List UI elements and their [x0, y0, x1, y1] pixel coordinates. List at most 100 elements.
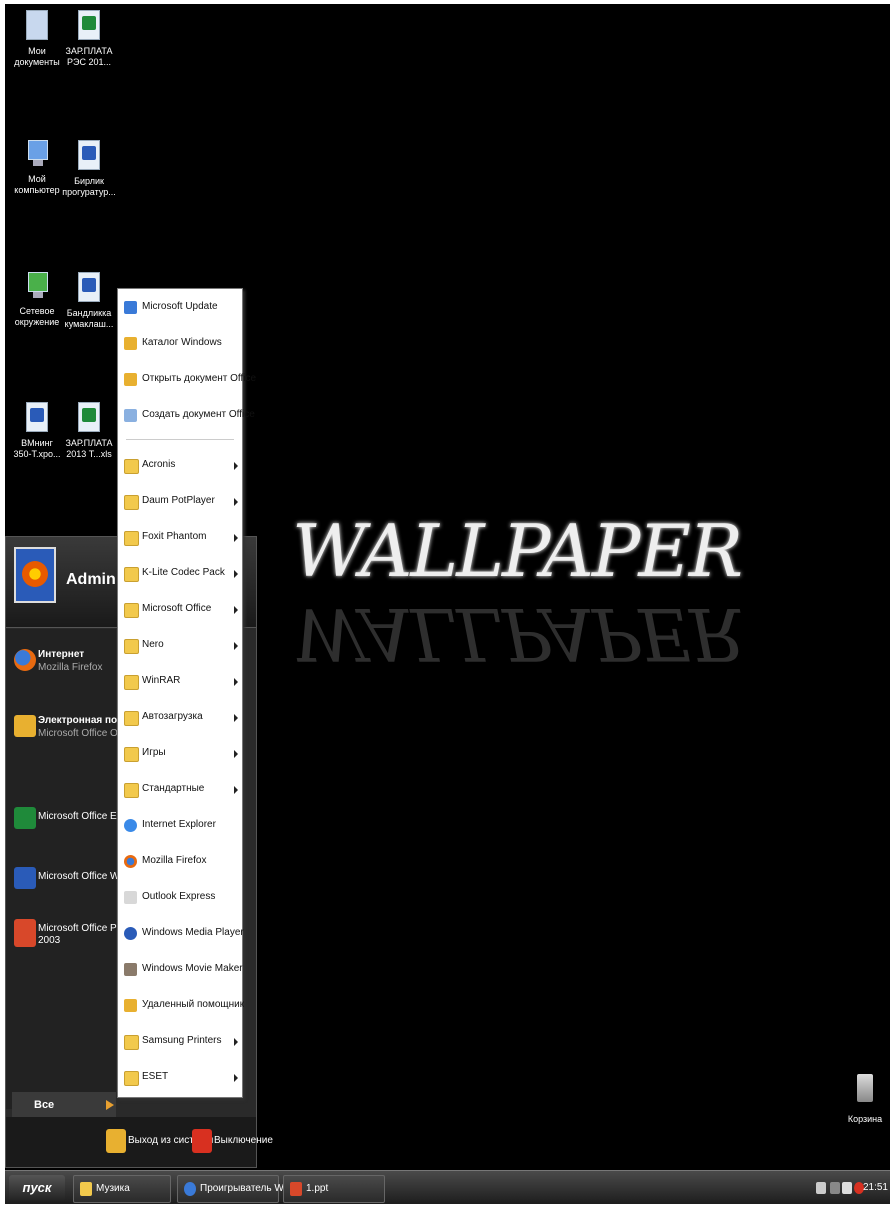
- all-programs-button[interactable]: Все программы: [12, 1092, 116, 1137]
- menu-item-label: Microsoft Office: [142, 603, 212, 614]
- user-avatar[interactable]: [14, 547, 56, 603]
- network-tray-icon[interactable]: [830, 1182, 840, 1194]
- chevron-right-icon: [234, 1074, 238, 1082]
- powerpoint-icon: [290, 1182, 302, 1196]
- pinned-title: Интернет: [38, 649, 85, 660]
- folder-icon: [124, 603, 139, 618]
- folder-icon: [124, 495, 139, 510]
- menu-item-label: Автозагрузка: [142, 711, 203, 722]
- menu-item-label: Daum PotPlayer: [142, 495, 215, 506]
- start-label: пуск: [22, 1180, 52, 1195]
- pinned-email[interactable]: Электронная почта Microsoft Office Outlo…: [14, 715, 145, 743]
- chevron-right-icon: [234, 642, 238, 650]
- computer-icon: [26, 140, 48, 168]
- menu-item-nero[interactable]: Nero: [120, 635, 240, 657]
- desktop-icon-label: компьютер: [14, 185, 60, 195]
- chevron-right-icon: [234, 1038, 238, 1046]
- menu-item-new-office-document[interactable]: Создать документ Office: [120, 405, 255, 427]
- word-icon: [14, 867, 36, 889]
- taskbar-button-media-player[interactable]: Проигрыватель Win...: [177, 1175, 300, 1203]
- desktop-icon-my-computer[interactable]: Мой компьютер: [9, 140, 65, 196]
- desktop-icon-label: Сетевое: [19, 306, 55, 316]
- menu-item-mozilla-firefox[interactable]: Mozilla Firefox: [120, 851, 240, 873]
- menu-item-k-lite[interactable]: K-Lite Codec Pack: [120, 563, 240, 585]
- desktop-icon-excel-file[interactable]: ЗАР.ПЛАТА 2013 Т...xls: [61, 402, 117, 460]
- wallpaper-logo: WALLPAPER: [292, 509, 743, 593]
- menu-item-startup[interactable]: Автозагрузка: [120, 707, 240, 729]
- desktop-icon-word-file[interactable]: BMнинг 350-Т.хро...: [9, 402, 65, 460]
- menu-item-microsoft-update[interactable]: Microsoft Update: [120, 297, 240, 319]
- desktop-icon-label: 2013 Т...xls: [66, 449, 112, 459]
- shutdown-button[interactable]: Выключение: [192, 1129, 273, 1153]
- pinned-excel[interactable]: Microsoft Office Excel 20: [14, 807, 148, 831]
- media-player-icon: [124, 927, 137, 940]
- menu-item-winrar[interactable]: WinRAR: [120, 671, 240, 693]
- desktop-icon-my-documents[interactable]: Мои документы: [9, 10, 65, 68]
- taskbar-button-ppt[interactable]: 1.ppt: [283, 1175, 385, 1203]
- pinned-word[interactable]: Microsoft Office Word 20: [14, 867, 148, 891]
- menu-item-remote-assistance[interactable]: Удаленный помощник: [120, 995, 244, 1017]
- folder-icon: [124, 459, 139, 474]
- chevron-right-icon: [234, 714, 238, 722]
- menu-item-foxit-phantom[interactable]: Foxit Phantom: [120, 527, 240, 549]
- start-button[interactable]: пуск: [9, 1175, 65, 1201]
- folder-icon: [80, 1182, 92, 1196]
- logoff-button[interactable]: Выход из системы: [106, 1129, 213, 1153]
- excel-file-icon: [78, 10, 100, 40]
- outlook-express-icon: [124, 891, 137, 904]
- volume-icon[interactable]: [842, 1182, 852, 1194]
- menu-item-daum-potplayer[interactable]: Daum PotPlayer: [120, 491, 240, 513]
- username: Admin: [66, 571, 116, 588]
- word-file-icon: [26, 402, 48, 432]
- menu-item-label: Internet Explorer: [142, 819, 216, 830]
- menu-item-label: Nero: [142, 639, 164, 650]
- network-icon: [26, 272, 48, 300]
- menu-item-label: Удаленный помощник: [142, 999, 245, 1010]
- menu-item-outlook-express[interactable]: Outlook Express: [120, 887, 240, 909]
- pinned-powerpoint[interactable]: Microsoft Office PowerPo 2003: [14, 919, 151, 949]
- folder-documents-icon: [26, 10, 48, 40]
- chevron-right-icon: [234, 462, 238, 470]
- desktop-icon-label: Корзина: [847, 1114, 883, 1124]
- menu-item-games[interactable]: Игры: [120, 743, 240, 765]
- menu-item-internet-explorer[interactable]: Internet Explorer: [120, 815, 240, 837]
- desktop-icon-label: кумаклаш...: [64, 319, 114, 329]
- menu-item-label: Каталог Windows: [142, 337, 222, 348]
- desktop: Мои документы ЗАР.ПЛАТА РЭС 201... Мой к…: [5, 4, 890, 1204]
- desktop-icon-word-file[interactable]: Бирлик прогуратур...: [61, 140, 117, 198]
- menu-item-label: Windows Movie Maker: [142, 963, 243, 974]
- pinned-internet[interactable]: Интернет Mozilla Firefox: [14, 649, 114, 677]
- menu-item-label: Стандартные: [142, 783, 205, 794]
- media-player-icon: [184, 1182, 196, 1196]
- menu-item-eset[interactable]: ESET: [120, 1067, 240, 1089]
- desktop-icon-label: ЗАР.ПЛАТА: [65, 46, 113, 56]
- menu-item-label: Outlook Express: [142, 891, 216, 902]
- taskbar-button-music[interactable]: Музика: [73, 1175, 171, 1203]
- open-document-icon: [124, 373, 137, 386]
- system-tray: 21:51: [812, 1173, 890, 1203]
- menu-item-windows-movie-maker[interactable]: Windows Movie Maker: [120, 959, 243, 981]
- menu-item-label: Игры: [142, 747, 166, 758]
- menu-item-acronis[interactable]: Acronis: [120, 455, 240, 477]
- language-icon[interactable]: [816, 1182, 826, 1194]
- menu-item-windows-media-player[interactable]: Windows Media Player: [120, 923, 244, 945]
- desktop-icon-label: РЭС 201...: [67, 57, 111, 67]
- desktop-icon-word-file[interactable]: Бандликка кумаклаш...: [61, 272, 117, 330]
- chevron-right-icon: [234, 786, 238, 794]
- menu-item-windows-catalog[interactable]: Каталог Windows: [120, 333, 240, 355]
- start-menu-footer: Выход из системы Выключение: [6, 1117, 273, 1167]
- new-document-icon: [124, 409, 137, 422]
- menu-item-samsung-printers[interactable]: Samsung Printers: [120, 1031, 240, 1053]
- desktop-icon-recycle-bin[interactable]: Корзина: [843, 1074, 887, 1124]
- menu-item-microsoft-office[interactable]: Microsoft Office: [120, 599, 240, 621]
- desktop-icon-excel-file[interactable]: ЗАР.ПЛАТА РЭС 201...: [61, 10, 117, 68]
- menu-item-open-office-document[interactable]: Открыть документ Office: [120, 369, 256, 391]
- catalog-icon: [124, 337, 137, 350]
- folder-icon: [124, 639, 139, 654]
- internet-explorer-icon: [124, 819, 137, 832]
- clock[interactable]: 21:51: [863, 1173, 888, 1203]
- chevron-right-icon: [234, 498, 238, 506]
- menu-item-accessories[interactable]: Стандартные: [120, 779, 240, 801]
- chevron-right-icon: [234, 678, 238, 686]
- desktop-icon-network[interactable]: Сетевое окружение: [9, 272, 65, 328]
